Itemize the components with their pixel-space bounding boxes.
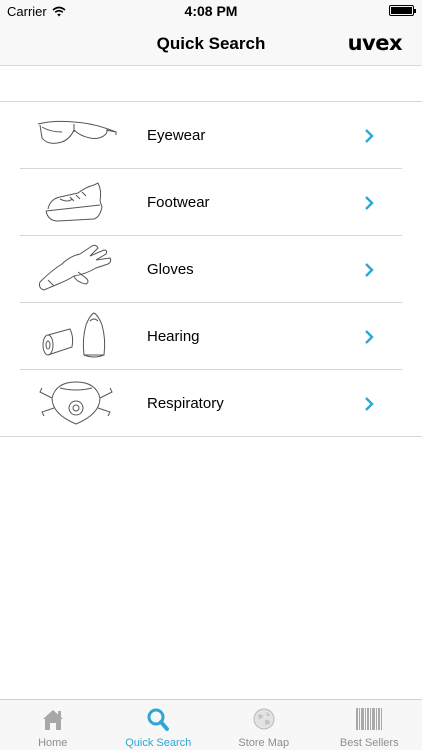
eyewear-icon xyxy=(37,120,117,144)
tab-label: Quick Search xyxy=(125,737,192,749)
list-item-footwear[interactable]: Footwear xyxy=(0,169,422,236)
tab-label: Store Map xyxy=(238,737,290,749)
tab-quick-search[interactable]: Quick Search xyxy=(106,700,212,750)
chevron-right-icon xyxy=(365,330,374,344)
tab-label: Best Sellers xyxy=(339,737,399,749)
list-item-label: Footwear xyxy=(147,194,210,211)
chevron-right-icon xyxy=(365,397,374,411)
status-bar: Carrier 4:08 PM xyxy=(0,0,422,22)
list-item-respiratory[interactable]: Respiratory xyxy=(0,370,422,437)
battery-icon xyxy=(389,5,416,16)
chevron-right-icon xyxy=(365,263,374,277)
brand-logo: uvex xyxy=(347,31,403,55)
status-time: 4:08 PM xyxy=(184,3,238,19)
tab-home[interactable]: Home xyxy=(0,700,106,750)
navigation-bar: Carrier 4:08 PM Quick Search uvex xyxy=(0,0,422,66)
list-item-eyewear[interactable]: Eyewear xyxy=(0,102,422,169)
list-item-label: Gloves xyxy=(147,261,194,278)
tab-label: Home xyxy=(38,737,68,749)
list-item-label: Eyewear xyxy=(147,127,206,144)
category-list: Eyewear Footwear Gloves Hearing Respirat… xyxy=(0,101,422,437)
chevron-right-icon xyxy=(365,196,374,210)
globe-icon xyxy=(253,708,275,730)
search-icon xyxy=(147,708,170,731)
list-item-label: Respiratory xyxy=(147,395,224,412)
tab-store-map[interactable]: Store Map xyxy=(211,700,317,750)
home-icon xyxy=(42,710,63,730)
hearing-icon xyxy=(42,312,106,358)
tab-bar: Home Quick Search Store Map Best Sellers xyxy=(0,699,422,750)
list-item-gloves[interactable]: Gloves xyxy=(0,236,422,303)
tab-best-sellers[interactable]: Best Sellers xyxy=(317,700,422,750)
respiratory-icon xyxy=(39,381,113,425)
barcode-icon xyxy=(356,708,383,730)
list-item-hearing[interactable]: Hearing xyxy=(0,303,422,370)
list-item-label: Hearing xyxy=(147,328,200,345)
chevron-right-icon xyxy=(365,129,374,143)
footwear-icon xyxy=(45,182,103,222)
gloves-icon xyxy=(39,244,112,291)
screen: Carrier 4:08 PM Quick Search uvex Eyewea… xyxy=(0,0,422,750)
